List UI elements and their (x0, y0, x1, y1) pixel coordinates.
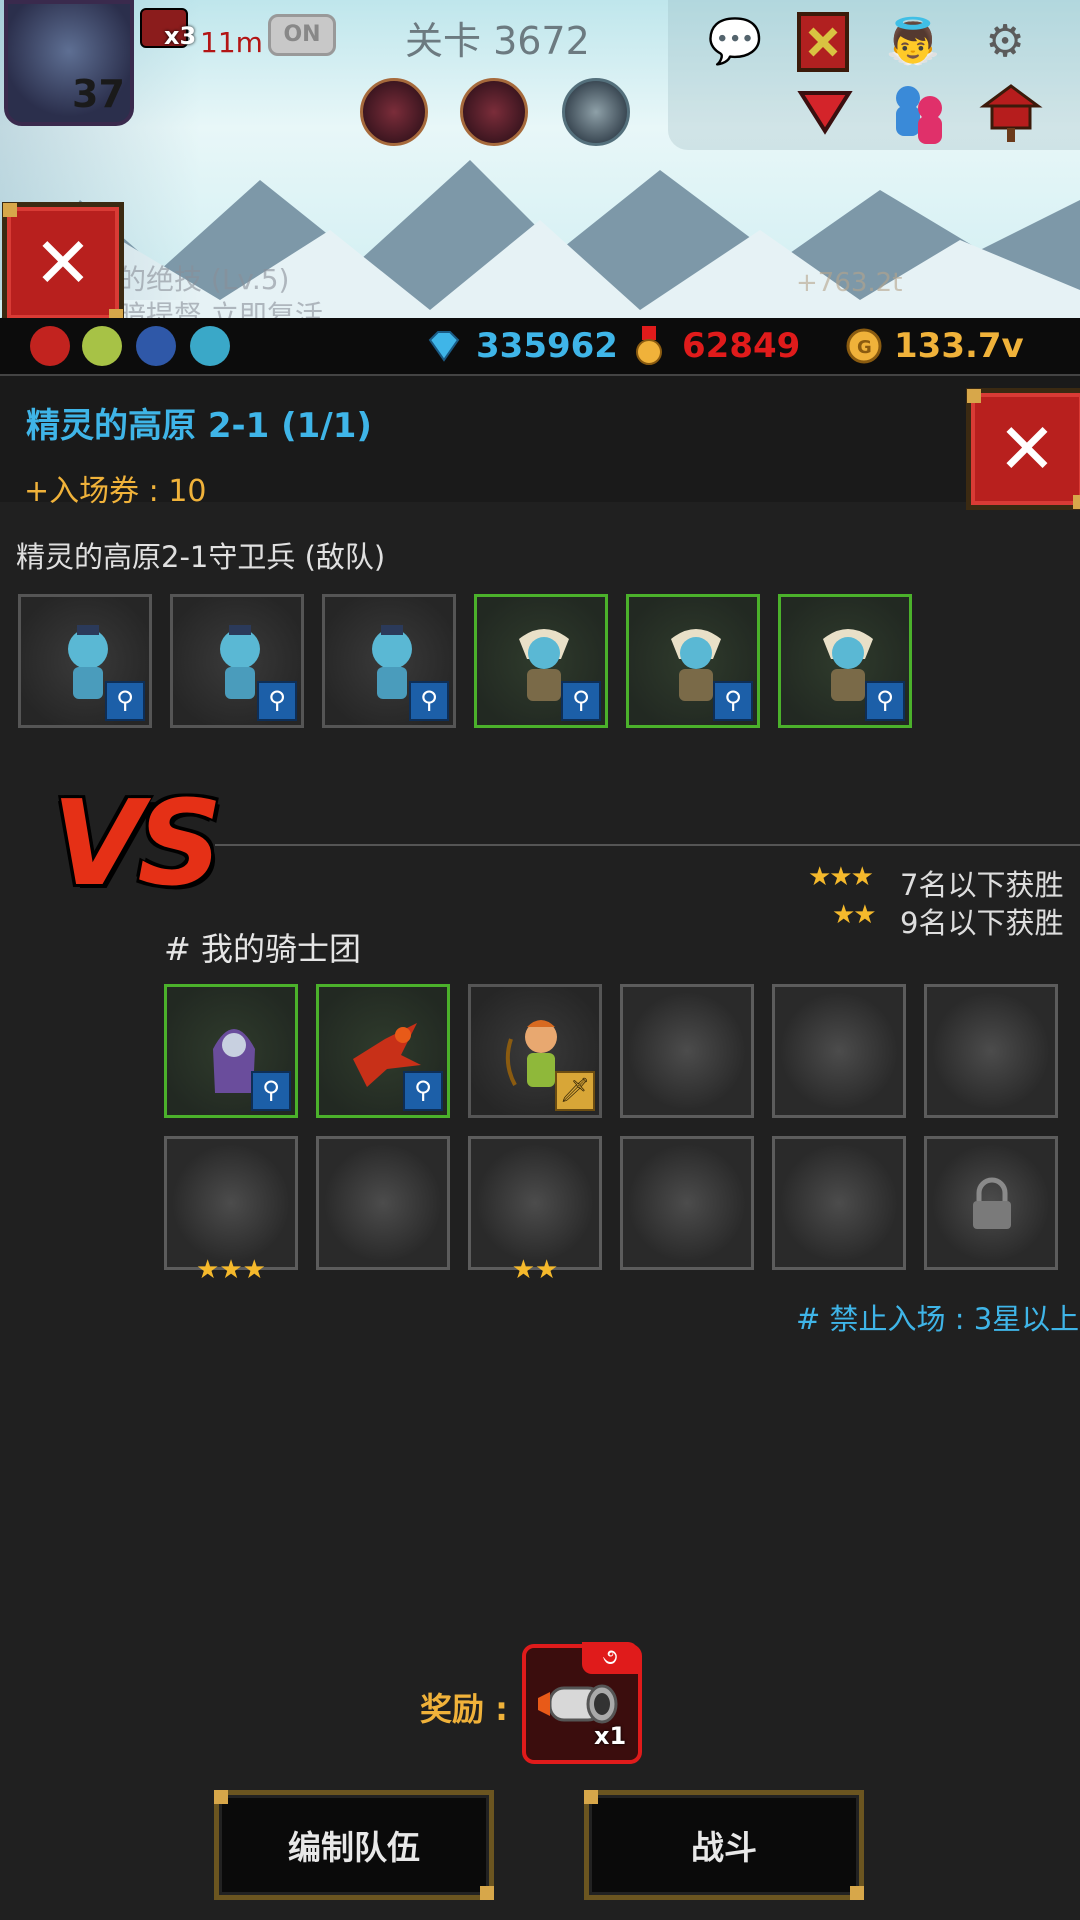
team-slot (924, 1136, 1058, 1270)
team-slot[interactable] (316, 1136, 450, 1270)
hero-portrait-1-icon[interactable] (30, 326, 70, 366)
enemy-slot[interactable]: ⚲ (18, 594, 152, 728)
team-slot[interactable] (620, 1136, 754, 1270)
lock-icon (973, 1177, 1011, 1229)
mailbox-icon[interactable] (976, 76, 1046, 146)
enemy-slot[interactable]: ⚲ (322, 594, 456, 728)
team-slot[interactable]: ⚲ (316, 984, 450, 1118)
gear-icon[interactable]: ⚙ (970, 6, 1040, 76)
team-slot[interactable]: ★★★ (164, 1136, 298, 1285)
hero-portrait-4-icon[interactable] (190, 326, 230, 366)
rune-slot-3-icon[interactable] (562, 78, 630, 146)
svg-text:G: G (857, 337, 872, 358)
divider (215, 844, 1080, 846)
team-slot[interactable] (924, 984, 1058, 1118)
condition-2star: 9名以下获胜 (900, 906, 1064, 940)
dropdown-arrow-icon[interactable] (790, 76, 860, 146)
magic-staff-icon: ⚲ (403, 1071, 443, 1111)
gold-count: 133.7v (894, 326, 1024, 366)
gold-coin-icon: G (846, 328, 882, 364)
fight-button[interactable]: 战斗 (584, 1790, 864, 1900)
guild-banner-icon[interactable] (788, 6, 858, 76)
vs-label: VS (52, 774, 222, 912)
dps-indicator: +763.2t (796, 268, 903, 298)
chat-icon[interactable]: 💬 (700, 6, 770, 76)
condition-3star-stars: ★★★ (808, 862, 874, 892)
magic-staff-icon: ⚲ (251, 1071, 291, 1111)
ticket-reward: +入场券 : 10 (24, 474, 207, 509)
medal-icon (636, 326, 662, 365)
condition-3star: 7名以下获胜 (900, 868, 1064, 902)
magic-staff-icon: ⚲ (713, 681, 753, 721)
my-team-title: # 我的骑士团 (164, 930, 361, 968)
reward-label: 奖励 : (420, 1690, 508, 1728)
rune-slot-1-icon[interactable] (360, 78, 428, 146)
stage-title: 精灵的高原 2-1 (1/1) (26, 406, 372, 446)
team-slot[interactable] (772, 1136, 906, 1270)
enemy-slot[interactable]: ⚲ (626, 594, 760, 728)
magic-staff-icon: ⚲ (409, 681, 449, 721)
reward-count: x1 (594, 1722, 627, 1750)
close-panel-button[interactable]: ✕ (966, 388, 1080, 510)
player-level: 37 (72, 72, 125, 116)
angel-icon[interactable]: 👼 (878, 6, 948, 76)
medal-count: 62849 (682, 326, 801, 366)
enemy-slot[interactable]: ⚲ (170, 594, 304, 728)
auto-toggle[interactable]: ON (268, 14, 336, 56)
magic-staff-icon: ⚲ (105, 681, 145, 721)
faded-skill-text: 的绝技 (Lv.5) (118, 263, 290, 296)
magic-staff-icon: ⚲ (257, 681, 297, 721)
magic-staff-icon: ⚲ (865, 681, 905, 721)
close-hud-button[interactable]: ✕ (2, 202, 124, 324)
enemy-team-title: 精灵的高原2-1守卫兵 (敌队) (16, 540, 386, 574)
team-slot[interactable]: ⚲ (164, 984, 298, 1118)
forbid-rule: # 禁止入场 : 3星以上 (796, 1302, 1080, 1336)
slot-star-rating: ★★★ (196, 1255, 266, 1285)
team-slot[interactable]: 🗡 (468, 984, 602, 1118)
stage-number: 关卡 3672 (405, 19, 590, 63)
gem-icon (428, 331, 460, 362)
fight-label: 战斗 (691, 1828, 757, 1867)
team-slot[interactable] (772, 984, 906, 1118)
team-slot[interactable] (620, 984, 754, 1118)
video-multiplier: x3 (164, 22, 197, 50)
gem-count: 335962 (476, 326, 618, 366)
slot-star-rating: ★★ (511, 1255, 559, 1285)
hero-portrait-2-icon[interactable] (82, 326, 122, 366)
party-icon[interactable] (884, 76, 954, 146)
magic-staff-icon: ⚲ (561, 681, 601, 721)
enemy-slot[interactable]: ⚲ (474, 594, 608, 728)
reward-tag-icon: ૭ (582, 1642, 638, 1674)
edit-team-label: 编制队伍 (288, 1828, 420, 1867)
team-slot[interactable]: ★★ (468, 1136, 602, 1285)
edit-team-button[interactable]: 编制队伍 (214, 1790, 494, 1900)
boost-timer: 11m (200, 26, 263, 59)
currency-bar: 335962 62849 G 133.7v (0, 318, 1080, 376)
sword-icon: 🗡 (555, 1071, 595, 1111)
condition-2star-stars: ★★ (832, 900, 877, 930)
enemy-slot[interactable]: ⚲ (778, 594, 912, 728)
hero-portrait-3-icon[interactable] (136, 326, 176, 366)
rune-slot-2-icon[interactable] (460, 78, 528, 146)
